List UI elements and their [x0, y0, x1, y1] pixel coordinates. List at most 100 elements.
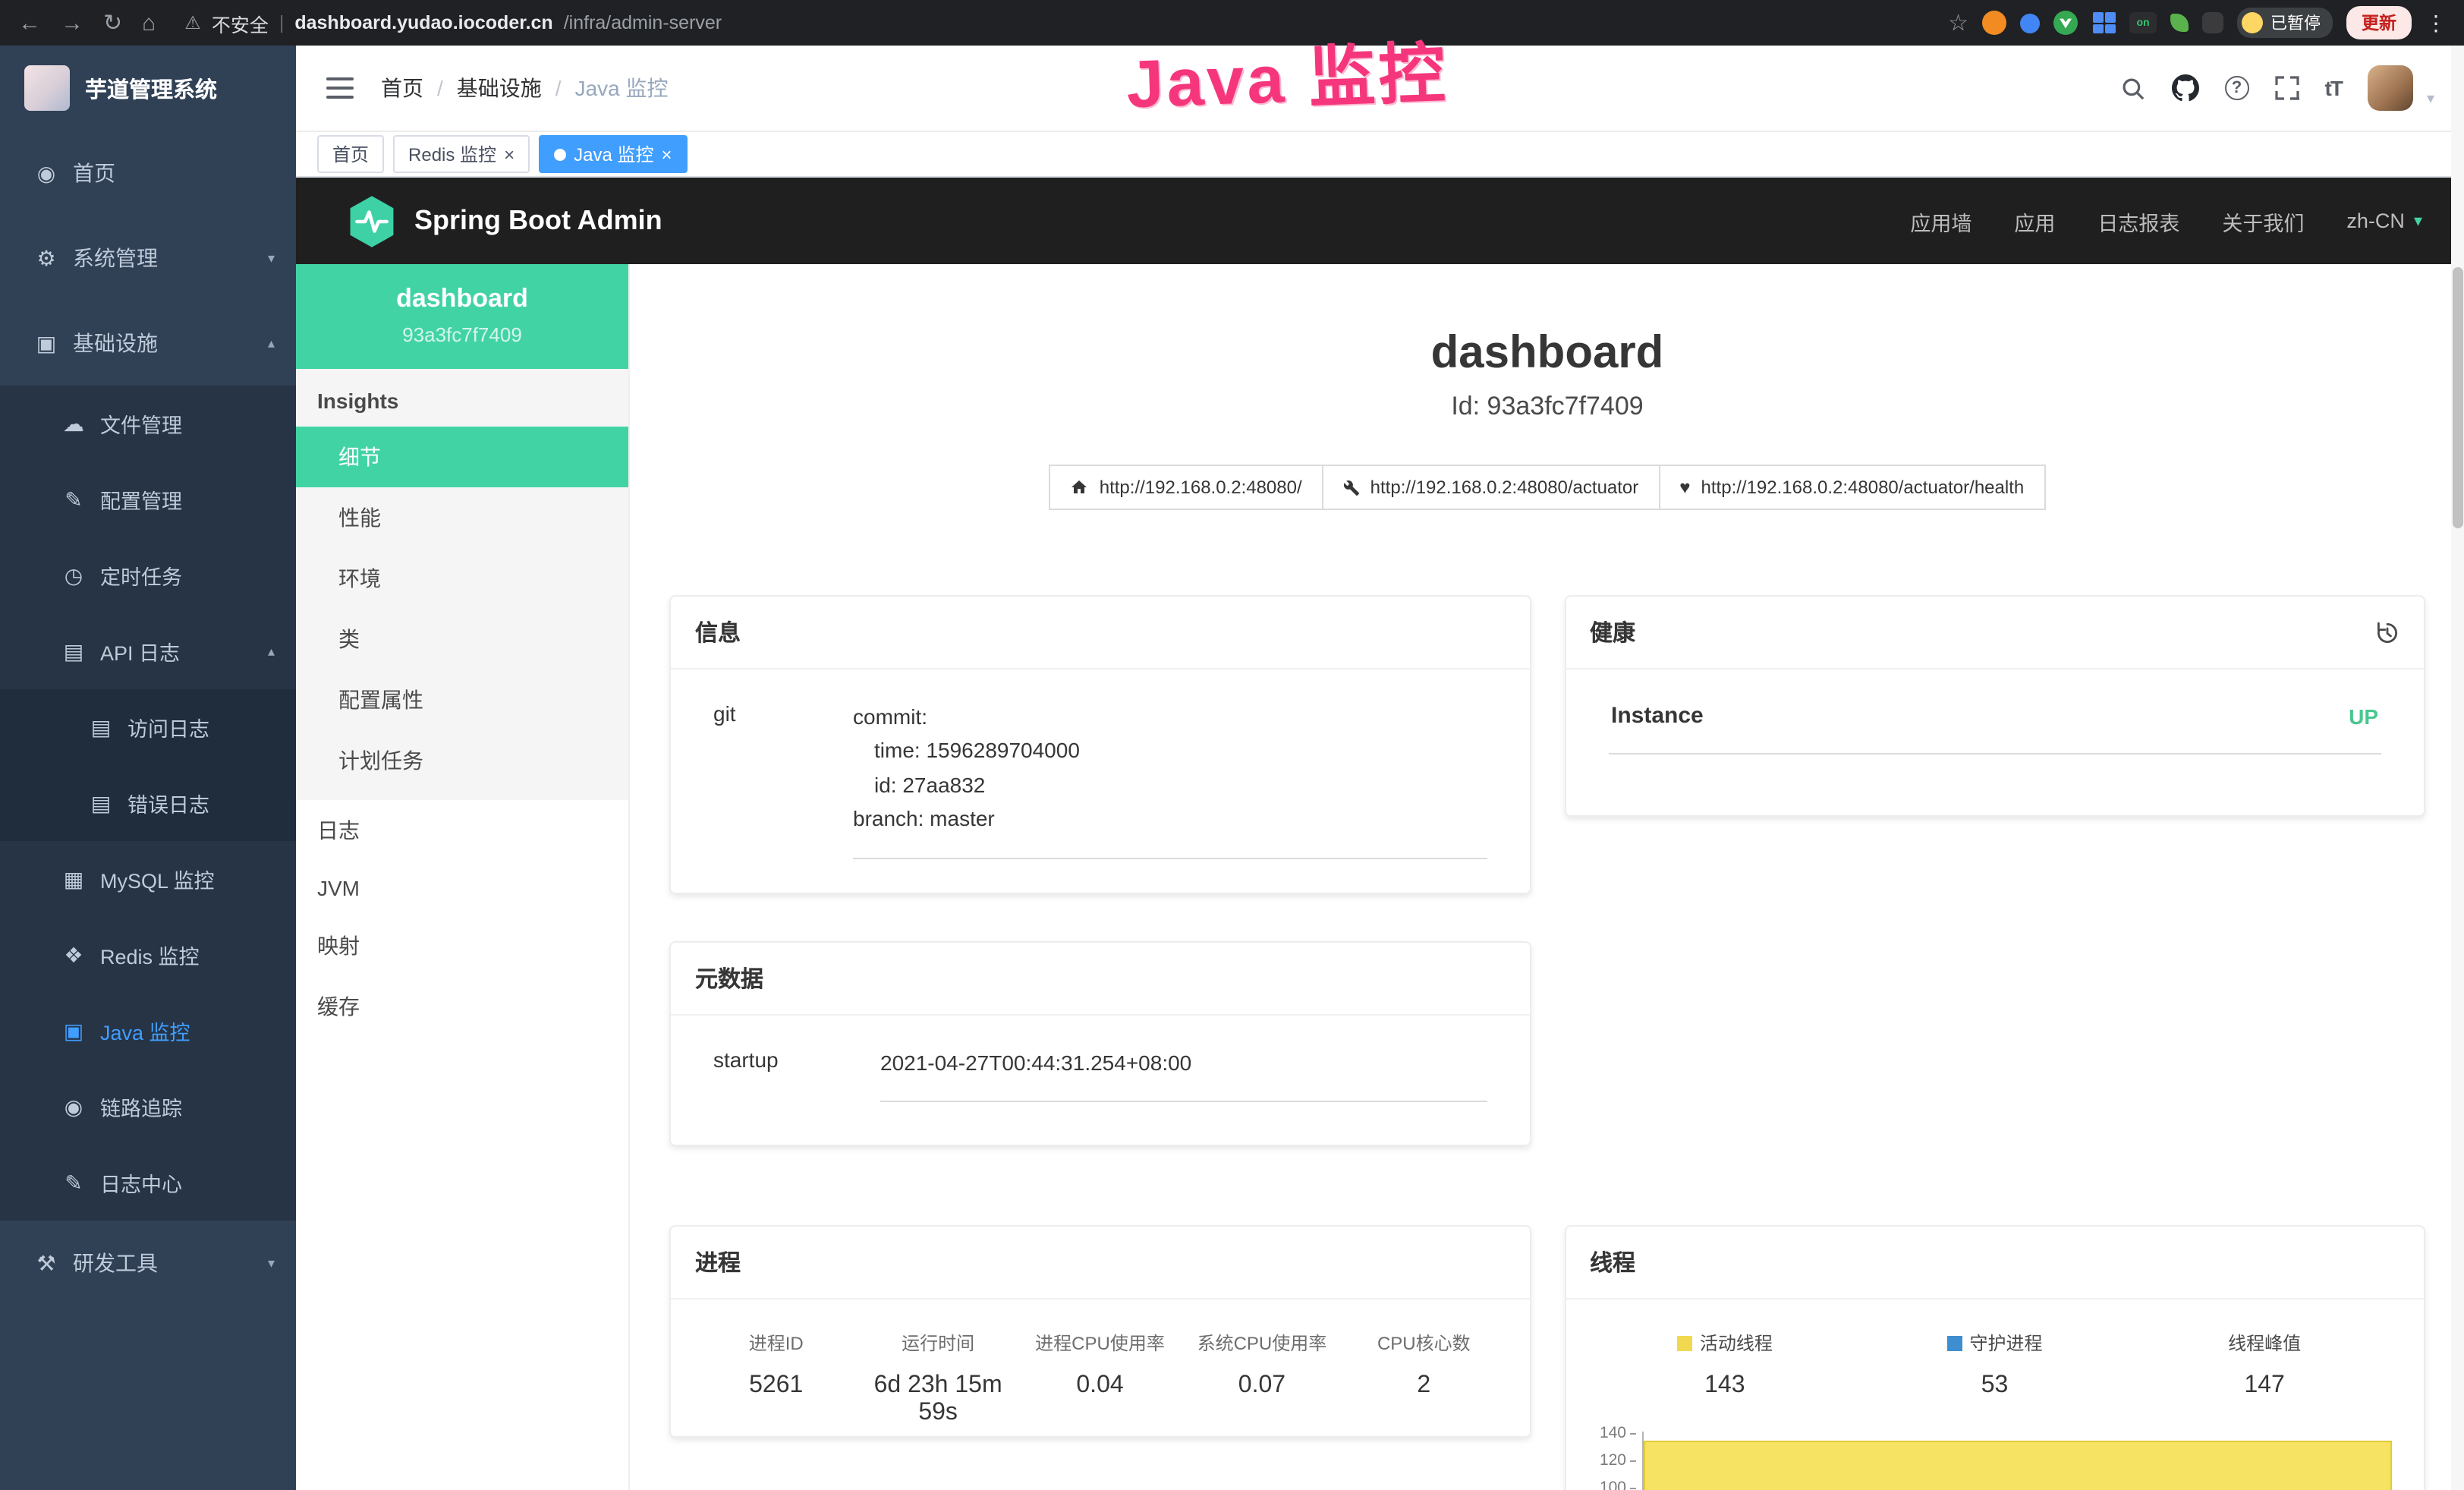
metadata-value: 2021-04-27T00:44:31.254+08:00: [880, 1046, 1487, 1103]
instance-nav-classes[interactable]: 类: [296, 609, 628, 669]
help-icon[interactable]: ?: [2225, 76, 2249, 100]
instance-nav-logs[interactable]: 日志: [296, 800, 628, 861]
close-icon[interactable]: ×: [661, 145, 672, 163]
avatar-caret-icon[interactable]: ▾: [2427, 91, 2434, 111]
extension-on-toggle-icon[interactable]: on: [2129, 12, 2157, 33]
tab-redis-monitor[interactable]: Redis 监控 ×: [393, 135, 530, 173]
browser-forward-icon[interactable]: →: [61, 11, 83, 34]
app-logo[interactable]: 芋道管理系统: [0, 46, 296, 131]
sidebar-item-dev-tools[interactable]: ⚒ 研发工具 ▾: [0, 1221, 296, 1306]
sidebar-item-home[interactable]: ◉ 首页: [0, 131, 296, 216]
legend-value: 147: [2129, 1372, 2399, 1400]
sidebar-item-system[interactable]: ⚙ 系统管理 ▾: [0, 216, 296, 301]
extension-pin-icon[interactable]: [2020, 13, 2040, 33]
extension-paw-icon[interactable]: [2202, 12, 2223, 33]
redis-icon: ❖: [61, 942, 87, 968]
legend-label: 线程峰值: [2228, 1330, 2301, 1356]
home-icon: [1071, 478, 1089, 496]
info-card: 信息 git commit: time: 1596289704000 id: 2…: [669, 595, 1531, 894]
instance-nav-details[interactable]: 细节: [296, 427, 628, 487]
address-divider: |: [279, 12, 285, 33]
scrollbar-thumb[interactable]: [2453, 267, 2463, 528]
sba-nav-wallboard[interactable]: 应用墙: [1910, 206, 1972, 236]
breadcrumb-infrastructure[interactable]: 基础设施: [457, 73, 542, 103]
legend-label: 活动线程: [1700, 1330, 1773, 1356]
instance-nav-environment[interactable]: 环境: [296, 548, 628, 609]
sba-nav-about[interactable]: 关于我们: [2222, 206, 2304, 236]
fullscreen-icon[interactable]: [2275, 76, 2299, 100]
instance-nav-performance[interactable]: 性能: [296, 487, 628, 548]
extension-leaf-icon[interactable]: [2170, 14, 2189, 32]
sidebar-item-tracing[interactable]: ◉ 链路追踪: [0, 1069, 296, 1145]
browser-menu-icon[interactable]: ⋮: [2425, 10, 2447, 36]
tab-java-monitor[interactable]: Java 监控 ×: [539, 135, 687, 173]
sidebar-item-infrastructure[interactable]: ▣ 基础设施 ▴: [0, 301, 296, 386]
instance-nav-jvm[interactable]: JVM: [296, 861, 628, 915]
extension-vue-icon[interactable]: [2053, 11, 2078, 35]
sba-locale-select[interactable]: zh-CN ▾: [2346, 209, 2422, 232]
url-host: dashboard.yudao.iocoder.cn: [294, 12, 552, 33]
search-icon[interactable]: [2120, 75, 2146, 101]
sba-nav-applications[interactable]: 应用: [2014, 206, 2055, 236]
address-bar[interactable]: ⚠ 不安全 | dashboard.yudao.iocoder.cn/infra…: [184, 8, 722, 37]
cards-grid: 信息 git commit: time: 1596289704000 id: 2…: [669, 595, 2425, 1490]
browser-reload-icon[interactable]: ↻: [103, 11, 122, 34]
user-avatar[interactable]: [2368, 65, 2413, 111]
instance-nav-scheduled-tasks[interactable]: 计划任务: [296, 730, 628, 791]
breadcrumb-home[interactable]: 首页: [381, 73, 423, 103]
bookmark-star-icon[interactable]: ☆: [1948, 11, 1968, 34]
sidebar-item-label: Java 监控: [100, 1016, 190, 1046]
instance-nav-config-props[interactable]: 配置属性: [296, 669, 628, 730]
y-tick: 100: [1600, 1479, 1626, 1490]
sidebar-item-file-management[interactable]: ☁ 文件管理: [0, 386, 296, 461]
instance-health-link[interactable]: ♥ http://192.168.0.2:48080/actuator/heal…: [1658, 465, 2045, 510]
info-git-key: git: [713, 700, 853, 858]
instance-actuator-link[interactable]: http://192.168.0.2:48080/actuator: [1322, 465, 1660, 510]
tags-bar: 首页 Redis 监控 × Java 监控 ×: [296, 132, 2464, 178]
sidebar-item-api-log[interactable]: ▤ API 日志 ▴: [0, 613, 296, 689]
sba-nav-journal[interactable]: 日志报表: [2097, 206, 2179, 236]
browser-back-icon[interactable]: ←: [18, 11, 41, 34]
security-warning-icon: ⚠: [184, 12, 201, 33]
paused-label: 已暂停: [2270, 11, 2321, 35]
sidebar-item-access-log[interactable]: ▤ 访问日志: [0, 689, 296, 765]
metric-system-cpu: 系统CPU使用率 0.07: [1181, 1330, 1342, 1427]
instance-home-link[interactable]: http://192.168.0.2:48080/: [1049, 465, 1323, 510]
app-sidebar: 芋道管理系统 ◉ 首页 ⚙ 系统管理 ▾ ▣ 基础设施 ▴ ☁ 文件管理 ✎ 配…: [0, 46, 296, 1490]
tab-home[interactable]: 首页: [317, 135, 384, 173]
tools-icon: ⚒: [33, 1250, 59, 1276]
sidebar-item-scheduled-jobs[interactable]: ◷ 定时任务: [0, 537, 296, 613]
sidebar-item-java-monitor[interactable]: ▣ Java 监控: [0, 993, 296, 1069]
database-icon: ▦: [61, 866, 87, 892]
scrollbar-track[interactable]: [2451, 46, 2464, 1490]
browser-home-icon[interactable]: ⌂: [142, 11, 156, 34]
instance-nav-mappings[interactable]: 映射: [296, 915, 628, 976]
clock-icon: ◷: [61, 562, 87, 588]
breadcrumb-separator: /: [555, 76, 562, 100]
chevron-up-icon: ▴: [268, 643, 275, 660]
info-git-row: git commit: time: 1596289704000 id: 27aa…: [695, 700, 1505, 858]
sidebar-item-error-log[interactable]: ▤ 错误日志: [0, 765, 296, 841]
sba-brand[interactable]: Spring Boot Admin: [348, 194, 662, 248]
collapse-sidebar-icon[interactable]: [326, 77, 354, 99]
instance-header[interactable]: dashboard 93a3fc7f7409: [296, 264, 628, 369]
insights-group-label: Insights: [296, 369, 628, 427]
sidebar-item-mysql-monitor[interactable]: ▦ MySQL 监控: [0, 841, 296, 917]
extensions-paused-badge[interactable]: 已暂停: [2237, 8, 2333, 38]
sidebar-item-log-center[interactable]: ✎ 日志中心: [0, 1145, 296, 1221]
browser-update-button[interactable]: 更新: [2346, 6, 2412, 39]
history-icon[interactable]: [2375, 620, 2399, 644]
sidebar-item-config-management[interactable]: ✎ 配置管理: [0, 461, 296, 537]
close-icon[interactable]: ×: [504, 145, 515, 163]
github-icon[interactable]: [2172, 74, 2199, 102]
sidebar-item-label: 基础设施: [73, 328, 158, 358]
font-size-icon[interactable]: tT: [2325, 76, 2342, 100]
instance-nav-caches[interactable]: 缓存: [296, 976, 628, 1037]
y-tick: 120: [1600, 1451, 1626, 1470]
log-icon: ▤: [61, 638, 87, 664]
extension-fox-icon[interactable]: [1982, 11, 2006, 35]
extension-grid-icon[interactable]: [2091, 11, 2116, 35]
info-git-value: commit: time: 1596289704000 id: 27aa832 …: [853, 700, 1487, 858]
metric-process-cpu: 进程CPU使用率 0.04: [1019, 1330, 1181, 1427]
sidebar-item-redis-monitor[interactable]: ❖ Redis 监控: [0, 917, 296, 993]
